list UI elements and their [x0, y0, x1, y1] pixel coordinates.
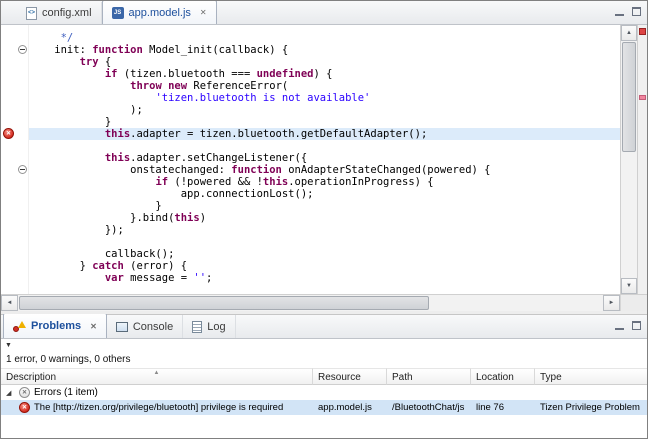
overview-ruler[interactable]	[637, 25, 647, 294]
problem-resource: app.model.js	[313, 400, 387, 415]
editor-window-buttons	[615, 7, 641, 16]
close-tab-icon[interactable]: ✕	[200, 8, 207, 17]
code-line[interactable]: try {	[29, 56, 620, 68]
error-icon: ✕	[19, 402, 30, 413]
code-line[interactable]: if (!powered && !this.operationInProgres…	[29, 176, 620, 188]
column-label: Description	[6, 372, 56, 383]
column-header-type[interactable]: Type	[535, 368, 647, 385]
vertical-scroll-track[interactable]	[621, 153, 637, 278]
log-icon	[192, 321, 202, 333]
minus-glyph	[20, 49, 25, 50]
maximize-icon[interactable]	[632, 321, 641, 330]
fold-collapse-icon[interactable]	[18, 45, 27, 54]
folding-ruler[interactable]	[16, 25, 29, 294]
problems-icon	[13, 321, 26, 332]
code-line[interactable]: }.bind(this)	[29, 212, 620, 224]
tab-label: Problems	[31, 320, 81, 332]
overview-error-marker[interactable]	[639, 95, 646, 100]
js-file-icon: JS	[112, 7, 124, 19]
xml-file-icon: <>	[26, 7, 37, 20]
tab-problems[interactable]: Problems ✕	[3, 314, 107, 338]
code-line[interactable]: );	[29, 104, 620, 116]
code-line[interactable]: var message = '';	[29, 272, 620, 284]
code-line[interactable]: } catch (error) {	[29, 260, 620, 272]
errors-group-icon: ✕	[19, 387, 30, 398]
ide-window: <> config.xml JS app.model.js ✕ ✕ */ ini…	[0, 0, 648, 439]
code-line[interactable]: 'tizen.bluetooth is not available'	[29, 92, 620, 104]
editor-area: ✕ */ init: function Model_init(callback)…	[1, 25, 647, 294]
view-tab-bar: Problems ✕ Console Log	[1, 314, 647, 339]
code-editor[interactable]: */ init: function Model_init(callback) {…	[29, 25, 620, 294]
overview-error-indicator[interactable]	[639, 28, 646, 35]
editor-vertical-scrollbar[interactable]: ▲ ▼	[620, 25, 637, 294]
code-line[interactable]: });	[29, 224, 620, 236]
column-header-location[interactable]: Location	[471, 368, 535, 385]
panel-window-buttons	[615, 321, 641, 330]
view-menu-icon[interactable]: ▼	[5, 342, 12, 349]
tab-label: Log	[207, 321, 225, 333]
scroll-right-icon[interactable]: ►	[603, 295, 620, 311]
code-line[interactable]: this.adapter = tizen.bluetooth.getDefaul…	[29, 128, 620, 140]
code-line[interactable]: callback();	[29, 248, 620, 260]
code-line[interactable]: app.connectionLost();	[29, 188, 620, 200]
code-line[interactable]: }	[29, 116, 620, 128]
code-line[interactable]: init: function Model_init(callback) {	[29, 44, 620, 56]
minimize-icon[interactable]	[615, 321, 624, 330]
scrollbar-corner	[620, 295, 647, 311]
minimize-icon[interactable]	[615, 7, 624, 16]
column-header-resource[interactable]: Resource	[313, 368, 387, 385]
marker-ruler[interactable]: ✕	[1, 25, 16, 294]
horizontal-scroll-track[interactable]	[430, 295, 603, 311]
code-line[interactable]: if (tizen.bluetooth === undefined) {	[29, 68, 620, 80]
tab-label: Console	[133, 321, 173, 333]
problem-description: The [http://tizen.org/privilege/bluetoot…	[34, 402, 283, 413]
code-line[interactable]: this.adapter.setChangeListener({	[29, 152, 620, 164]
problem-row[interactable]: ✕ The [http://tizen.org/privilege/bluetoo…	[1, 400, 647, 415]
problem-path: /BluetoothChat/js	[387, 400, 471, 415]
close-tab-icon[interactable]: ✕	[90, 322, 97, 331]
tab-console[interactable]: Console	[107, 315, 183, 338]
problem-type: Tizen Privilege Problem	[535, 400, 647, 415]
error-marker-icon[interactable]: ✕	[3, 128, 14, 139]
problem-location: line 76	[471, 400, 535, 415]
editor-tab-bar: <> config.xml JS app.model.js ✕	[1, 1, 647, 25]
problems-table-header: Description ▲ Resource Path Location Typ…	[1, 368, 647, 385]
problems-group-row[interactable]: ◢ ✕ Errors (1 item)	[1, 385, 647, 400]
sort-ascending-icon: ▲	[154, 368, 160, 380]
scroll-up-icon[interactable]: ▲	[621, 25, 637, 41]
column-header-path[interactable]: Path	[387, 368, 471, 385]
code-line[interactable]: }	[29, 200, 620, 212]
code-line[interactable]: onstatechanged: function onAdapterStateC…	[29, 164, 620, 176]
code-line[interactable]	[29, 140, 620, 152]
editor-horizontal-scrollbar[interactable]: ◄ ►	[1, 294, 647, 311]
tab-log[interactable]: Log	[183, 315, 235, 338]
console-icon	[116, 322, 128, 332]
vertical-scroll-thumb[interactable]	[622, 42, 636, 152]
scroll-down-icon[interactable]: ▼	[621, 278, 637, 294]
tab-label: config.xml	[42, 7, 92, 19]
code-line[interactable]: */	[29, 32, 620, 44]
code-line[interactable]	[29, 236, 620, 248]
tab-app-model-js[interactable]: JS app.model.js ✕	[102, 0, 217, 24]
problems-summary: 1 error, 0 warnings, 0 others	[1, 352, 647, 368]
problems-panel: Problems ✕ Console Log ▼ 1 error, 0 warn…	[1, 314, 647, 438]
tab-label: app.model.js	[129, 7, 191, 19]
scroll-left-icon[interactable]: ◄	[1, 295, 18, 311]
maximize-icon[interactable]	[632, 7, 641, 16]
minus-glyph	[20, 169, 25, 170]
horizontal-scroll-thumb[interactable]	[19, 296, 429, 310]
expanded-chevron-icon[interactable]: ◢	[6, 389, 15, 397]
fold-collapse-icon[interactable]	[18, 165, 27, 174]
column-header-description[interactable]: Description ▲	[1, 368, 313, 385]
code-line[interactable]: throw new ReferenceError(	[29, 80, 620, 92]
problems-table-body: ◢ ✕ Errors (1 item) ✕ The [http://tizen.o…	[1, 385, 647, 438]
tab-config-xml[interactable]: <> config.xml	[17, 2, 102, 24]
group-label: Errors (1 item)	[34, 387, 98, 398]
problems-toolbar: ▼	[1, 339, 647, 352]
